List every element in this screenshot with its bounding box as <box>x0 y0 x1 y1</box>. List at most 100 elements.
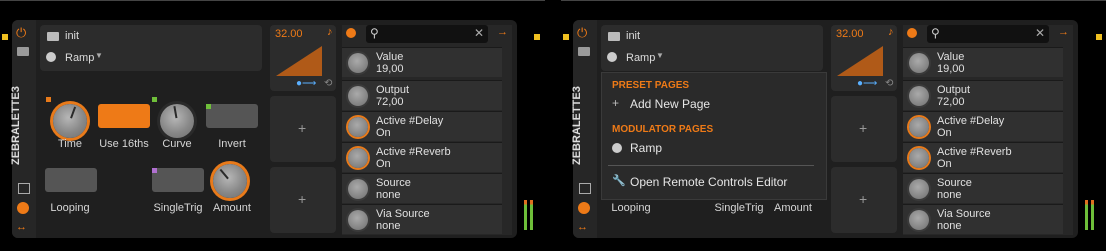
list-item[interactable]: Active #Reverb On <box>903 142 1063 172</box>
close-icon[interactable]: ✕ <box>474 26 484 40</box>
ramp-shape <box>837 46 883 76</box>
window-icon[interactable] <box>18 183 30 194</box>
power-icon[interactable]: ⏻ <box>577 25 591 40</box>
arrow-right-icon[interactable]: → <box>497 26 508 38</box>
note-icon: ♪ <box>888 26 894 38</box>
page-icon <box>46 52 56 62</box>
arrow-right-icon[interactable]: → <box>1058 26 1069 38</box>
modulator-rate[interactable]: 32.00 <box>275 28 303 40</box>
preset-name[interactable]: init <box>65 30 79 42</box>
window-icon[interactable] <box>579 183 591 194</box>
looping-toggle[interactable] <box>45 168 97 192</box>
meter-right <box>1091 200 1094 230</box>
control-knob[interactable] <box>348 86 368 106</box>
control-knob[interactable] <box>909 53 929 73</box>
close-icon[interactable]: ✕ <box>1035 26 1045 40</box>
folder-icon <box>47 32 59 41</box>
singletrig-label: SingleTrig <box>714 202 764 214</box>
link-icon[interactable]: ↔ <box>577 221 588 233</box>
page-icon <box>612 143 622 153</box>
search-icon[interactable]: ⚲ <box>370 26 379 40</box>
plug-icon[interactable]: ●⟶ <box>857 78 877 89</box>
link-icon[interactable]: ↔ <box>16 221 27 233</box>
control-name: Via Source <box>376 208 430 220</box>
add-icon[interactable]: + <box>612 96 619 110</box>
use-16ths-toggle[interactable] <box>98 104 150 128</box>
control-value: On <box>937 158 952 170</box>
add-modulator-icon[interactable]: + <box>298 191 306 207</box>
control-value: 19,00 <box>937 63 965 75</box>
control-value: On <box>937 127 952 139</box>
search-icon[interactable]: ⚲ <box>931 26 940 40</box>
control-knob[interactable] <box>909 117 929 137</box>
control-knob[interactable] <box>348 148 368 168</box>
control-knob[interactable] <box>348 210 368 230</box>
list-item[interactable]: Active #Reverb On <box>342 142 502 172</box>
looping-label: Looping <box>50 202 90 214</box>
modulator-rate[interactable]: 32.00 <box>836 28 864 40</box>
remote-icon[interactable] <box>346 28 356 38</box>
list-item[interactable]: Source none <box>342 173 502 203</box>
loop-icon[interactable]: ⟲ <box>885 78 893 89</box>
invert-toggle[interactable] <box>206 104 258 128</box>
right-screenshot: ⏻ ZEBRALETTE3 ↔ init Ramp ▼ Looping Sing… <box>561 0 1106 251</box>
search-bar[interactable] <box>927 25 1049 43</box>
folder-icon <box>608 32 620 41</box>
modulator-icon[interactable] <box>578 202 590 214</box>
time-knob[interactable] <box>53 104 87 138</box>
time-label: Time <box>57 138 83 150</box>
open-remote-controls-editor-item[interactable]: Open Remote Controls Editor <box>630 175 787 189</box>
control-knob[interactable] <box>909 179 929 199</box>
invert-label: Invert <box>218 138 246 150</box>
preset-name[interactable]: init <box>626 30 640 42</box>
modulator-icon[interactable] <box>17 202 29 214</box>
add-modulator-icon[interactable]: + <box>859 120 867 136</box>
search-bar[interactable] <box>366 25 488 43</box>
control-knob[interactable] <box>348 117 368 137</box>
menu-divider <box>608 165 814 166</box>
left-screenshot: ⏻ ZEBRALETTE3 ↔ init Ramp ▼ Time Use 16t… <box>0 0 545 251</box>
loop-icon[interactable]: ⟲ <box>324 78 332 89</box>
singletrig-toggle[interactable] <box>152 168 204 192</box>
folder-icon[interactable] <box>17 47 29 56</box>
list-item[interactable]: Via Source none <box>342 204 502 234</box>
control-knob[interactable] <box>909 210 929 230</box>
add-modulator-icon[interactable]: + <box>298 120 306 136</box>
control-knob[interactable] <box>348 53 368 73</box>
list-item[interactable]: Output 72,00 <box>342 80 502 110</box>
curve-knob[interactable] <box>160 104 194 138</box>
list-item[interactable]: Via Source none <box>903 204 1063 234</box>
control-knob[interactable] <box>909 148 929 168</box>
list-item[interactable]: Active #Delay On <box>903 111 1063 141</box>
control-name: Source <box>937 177 972 189</box>
mod-indicator <box>152 168 157 173</box>
list-item[interactable]: Output 72,00 <box>903 80 1063 110</box>
meter-left <box>1085 200 1088 230</box>
chevron-down-icon[interactable]: ▼ <box>656 51 664 60</box>
control-name: Value <box>376 51 404 63</box>
ramp-page-item[interactable]: Ramp <box>630 141 662 155</box>
add-new-page-item[interactable]: Add New Page <box>630 97 710 111</box>
list-item[interactable]: Value 19,00 <box>903 47 1063 77</box>
control-value: none <box>937 220 962 232</box>
list-item[interactable]: Value 19,00 <box>342 47 502 77</box>
folder-icon[interactable] <box>578 47 590 56</box>
status-square-right <box>534 34 540 40</box>
page-selector[interactable]: Ramp <box>626 52 655 64</box>
control-knob[interactable] <box>348 179 368 199</box>
chevron-down-icon[interactable]: ▼ <box>95 51 103 60</box>
power-icon[interactable]: ⏻ <box>16 25 30 40</box>
control-knob[interactable] <box>909 86 929 106</box>
wrench-icon: 🔧 <box>612 175 626 187</box>
singletrig-label: SingleTrig <box>153 202 203 214</box>
list-item[interactable]: Source none <box>903 173 1063 203</box>
add-modulator-icon[interactable]: + <box>859 191 867 207</box>
control-value: none <box>376 189 401 201</box>
control-name: Output <box>937 84 971 96</box>
amount-knob[interactable] <box>213 164 247 198</box>
page-selector[interactable]: Ramp <box>65 52 94 64</box>
plug-icon[interactable]: ●⟶ <box>296 78 316 89</box>
remote-icon[interactable] <box>907 28 917 38</box>
list-item[interactable]: Active #Delay On <box>342 111 502 141</box>
status-square-right <box>1096 34 1102 40</box>
